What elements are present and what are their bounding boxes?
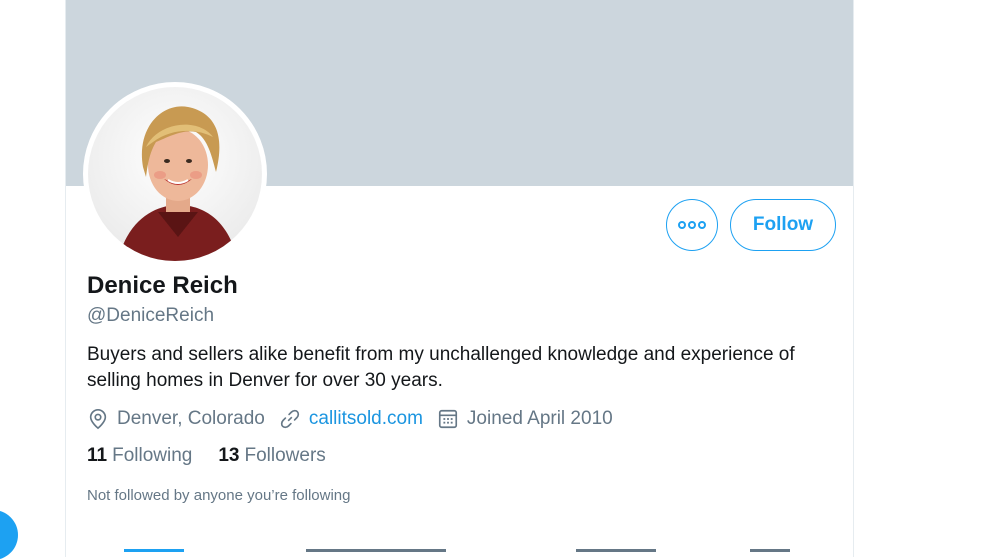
- followers-label: Followers: [244, 445, 326, 466]
- profile-bio: Buyers and sellers alike benefit from my…: [87, 344, 795, 391]
- profile-tabs: [66, 545, 853, 557]
- avatar[interactable]: [83, 82, 267, 266]
- profile-name: Denice Reich: [87, 272, 238, 299]
- compose-fab[interactable]: [0, 510, 18, 560]
- location-pin-icon: [89, 409, 107, 430]
- profile-column: Follow Denice Reich @DeniceReich Buyers …: [65, 0, 854, 557]
- tab-likes[interactable]: [750, 549, 790, 557]
- website-link[interactable]: callitsold.com: [309, 408, 423, 430]
- tab-tweets[interactable]: [124, 549, 184, 557]
- following-count: 11: [87, 445, 108, 466]
- profile-meta: Denver, Colorado callitsold.com Joined A…: [87, 406, 627, 432]
- followers-link[interactable]: 13 Followers: [218, 445, 325, 467]
- followers-count: 13: [218, 445, 240, 466]
- not-followed-text: Not followed by anyone you’re following: [87, 487, 351, 504]
- tab-tweets-replies[interactable]: [306, 549, 446, 557]
- following-label: Following: [112, 445, 193, 466]
- follow-button[interactable]: Follow: [730, 199, 836, 251]
- location-text: Denver, Colorado: [117, 408, 265, 429]
- tab-media[interactable]: [576, 549, 656, 557]
- more-icon: [678, 221, 706, 229]
- joined-item: Joined April 2010: [437, 408, 613, 430]
- more-options-button[interactable]: [666, 199, 718, 251]
- following-link[interactable]: 11 Following: [87, 445, 192, 467]
- avatar-image: [88, 87, 262, 261]
- follow-counts: 11 Following 13 Followers: [87, 445, 352, 467]
- website-item[interactable]: callitsold.com: [279, 408, 423, 430]
- location-item: Denver, Colorado: [87, 408, 265, 430]
- joined-text: Joined April 2010: [466, 408, 613, 429]
- calendar-icon: [438, 409, 457, 429]
- profile-handle: @DeniceReich: [87, 305, 215, 326]
- link-icon: [280, 409, 300, 429]
